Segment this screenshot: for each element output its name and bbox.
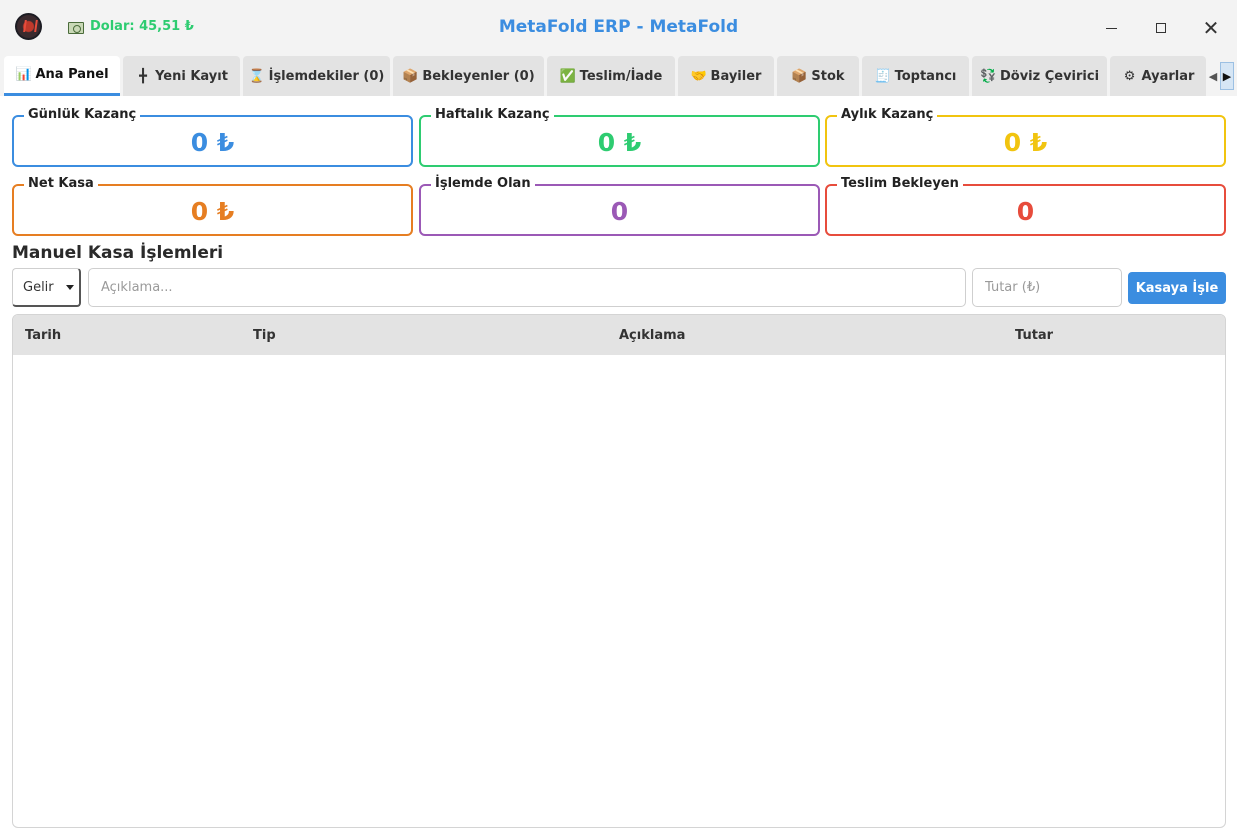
tab-bekleyenler[interactable]: 📦 Bekleyenler (0) <box>393 56 544 96</box>
card-value: 0 <box>610 197 629 226</box>
hourglass-icon: ⌛ <box>248 68 265 84</box>
tab-label: Yeni Kayıt <box>155 68 228 84</box>
net-cash-card: Net Kasa 0 ₺ <box>12 176 413 236</box>
in-process-card: İşlemde Olan 0 <box>419 176 820 236</box>
plus-icon: ╋ <box>139 68 147 84</box>
manual-cash-title: Manuel Kasa İşlemleri <box>12 243 224 263</box>
select-value: Gelir <box>23 279 54 295</box>
tab-label: Teslim/İade <box>579 68 663 84</box>
checkbox-icon: ✅ <box>559 68 576 84</box>
chevron-right-icon: ▶ <box>1222 69 1232 83</box>
package-icon: 📦 <box>402 68 419 84</box>
tab-bayiler[interactable]: 🤝 Bayiler <box>678 56 774 96</box>
card-label: Haftalık Kazanç <box>431 107 554 122</box>
maximize-button[interactable] <box>1146 14 1176 42</box>
card-label: Teslim Bekleyen <box>837 176 963 191</box>
tab-label: Bekleyenler (0) <box>422 68 535 84</box>
tab-scroll-right-button[interactable]: ▶ <box>1220 62 1234 90</box>
chevron-down-icon <box>66 285 74 290</box>
currency-exchange-icon: 💱 <box>979 68 997 84</box>
daily-earnings-card: Günlük Kazanç 0 ₺ <box>12 107 413 167</box>
package-icon: 📦 <box>791 68 808 84</box>
window-title: MetaFold ERP - MetaFold <box>498 17 739 37</box>
card-label: İşlemde Olan <box>431 176 535 191</box>
tab-label: Toptancı <box>894 68 957 84</box>
tab-label: Ana Panel <box>35 67 109 82</box>
tab-yeni-kayit[interactable]: ╋ Yeni Kayıt <box>123 56 240 96</box>
column-header-type[interactable]: Tip <box>253 328 276 343</box>
card-value: 0 ₺ <box>190 128 235 157</box>
title-bar: Dolar: 45,51 ₺ MetaFold ERP - MetaFold ✕ <box>0 0 1237 56</box>
tab-ana-panel[interactable]: 📊 Ana Panel <box>4 56 120 96</box>
table-header: Tarih Tip Açıklama Tutar <box>13 315 1225 355</box>
tab-label: Ayarlar <box>1141 68 1195 84</box>
minimize-button[interactable] <box>1096 14 1126 42</box>
tab-label: Stok <box>811 68 845 84</box>
receipt-icon: 🧾 <box>874 68 891 84</box>
tab-ayarlar[interactable]: ⚙ Ayarlar <box>1110 56 1206 96</box>
cash-transactions-table: Tarih Tip Açıklama Tutar <box>12 314 1226 828</box>
tab-stok[interactable]: 📦 Stok <box>777 56 859 96</box>
tab-islemdekiler[interactable]: ⌛ İşlemdekiler (0) <box>243 56 390 96</box>
weekly-earnings-card: Haftalık Kazanç 0 ₺ <box>419 107 820 167</box>
card-label: Net Kasa <box>24 176 98 191</box>
close-button[interactable]: ✕ <box>1196 14 1226 42</box>
card-value: 0 ₺ <box>1003 128 1048 157</box>
submit-to-cash-button[interactable]: Kasaya İşle <box>1128 272 1226 304</box>
card-value: 0 ₺ <box>190 197 235 226</box>
chart-icon: 📊 <box>15 67 32 82</box>
gear-icon: ⚙ <box>1123 68 1136 84</box>
tab-label: Bayiler <box>710 68 762 84</box>
transaction-type-select[interactable]: Gelir <box>12 268 81 307</box>
tab-label: İşlemdekiler (0) <box>268 68 385 84</box>
close-icon: ✕ <box>1202 16 1220 40</box>
card-value: 0 <box>1016 197 1035 226</box>
card-label: Günlük Kazanç <box>24 107 141 122</box>
chevron-left-icon: ◀ <box>1208 69 1218 83</box>
tab-teslim-iade[interactable]: ✅ Teslim/İade <box>547 56 675 96</box>
tab-toptanci[interactable]: 🧾 Toptancı <box>862 56 969 96</box>
tab-doviz-cevirici[interactable]: 💱 Döviz Çevirici <box>972 56 1107 96</box>
amount-input[interactable] <box>972 268 1122 307</box>
column-header-date[interactable]: Tarih <box>25 328 61 343</box>
card-value: 0 ₺ <box>597 128 642 157</box>
monthly-earnings-card: Aylık Kazanç 0 ₺ <box>825 107 1226 167</box>
column-header-amount[interactable]: Tutar <box>1015 328 1053 343</box>
awaiting-delivery-card: Teslim Bekleyen 0 <box>825 176 1226 236</box>
tab-bar: 📊 Ana Panel ╋ Yeni Kayıt ⌛ İşlemdekiler … <box>0 56 1237 96</box>
handshake-icon: 🤝 <box>690 68 707 84</box>
tab-label: Döviz Çevirici <box>999 68 1100 84</box>
minimize-icon <box>1105 27 1117 29</box>
description-input[interactable] <box>88 268 966 307</box>
maximize-icon <box>1156 23 1166 33</box>
card-label: Aylık Kazanç <box>837 107 938 122</box>
column-header-description[interactable]: Açıklama <box>619 328 685 343</box>
tab-scroll-left-button[interactable]: ◀ <box>1206 62 1220 90</box>
